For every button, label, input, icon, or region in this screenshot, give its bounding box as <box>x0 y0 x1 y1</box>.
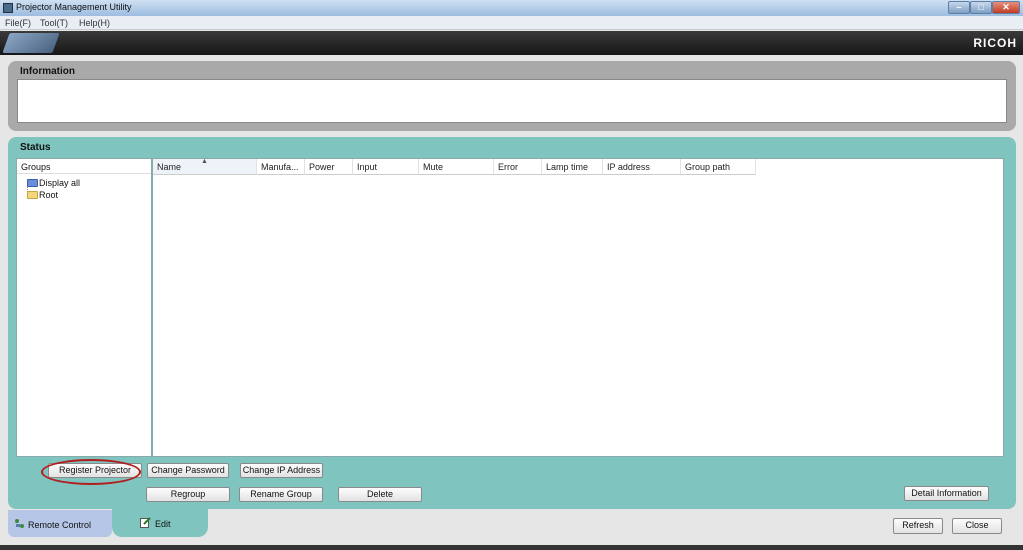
projector-graphic <box>2 33 60 53</box>
information-area <box>17 79 1007 123</box>
folder-icon <box>27 179 38 187</box>
column-label: Name <box>157 162 182 172</box>
edit-icon <box>140 517 151 528</box>
tab-label: Edit <box>155 519 171 529</box>
tree-item-display-all[interactable]: Display all <box>25 177 80 189</box>
column-ip-address[interactable]: IP address <box>603 159 681 175</box>
close-window-button[interactable]: ✕ <box>992 1 1020 14</box>
group-tree: Display all Root <box>25 177 80 201</box>
groups-tree-panel: Groups Display all Root <box>16 158 152 457</box>
column-power[interactable]: Power <box>305 159 353 175</box>
header-banner: RICOH <box>0 31 1023 55</box>
refresh-button[interactable]: Refresh <box>893 518 943 534</box>
change-ip-address-button[interactable]: Change IP Address <box>240 463 323 478</box>
rename-group-button[interactable]: Rename Group <box>239 487 323 502</box>
folder-icon <box>27 191 38 199</box>
projector-list[interactable]: Name ▲ Manufa... Power Input Mute Error … <box>152 158 1004 457</box>
column-lamp-time[interactable]: Lamp time <box>542 159 603 175</box>
column-name[interactable]: Name ▲ <box>153 158 257 175</box>
menu-tool[interactable]: Tool(T) <box>40 18 68 28</box>
window-title: Projector Management Utility <box>16 2 132 12</box>
groups-header: Groups <box>17 159 151 174</box>
column-group-path[interactable]: Group path <box>681 159 756 175</box>
tree-item-label: Root <box>39 190 59 200</box>
close-button[interactable]: Close <box>952 518 1002 534</box>
title-bar: Projector Management Utility – □ ✕ <box>0 0 1023 16</box>
menu-bar: File(F) Tool(T) Help(H) <box>0 16 1023 30</box>
status-panel: Status Groups Display all Root Name ▲ Ma… <box>8 137 1016 509</box>
tab-remote-control[interactable]: Remote Control <box>8 510 112 537</box>
information-panel: Information <box>8 61 1016 131</box>
highlight-ring <box>41 459 141 485</box>
remote-control-icon <box>15 519 24 528</box>
minimize-button[interactable]: – <box>948 1 970 14</box>
sort-ascending-icon: ▲ <box>201 158 208 165</box>
change-password-button[interactable]: Change Password <box>147 463 229 478</box>
information-header: Information <box>20 66 75 77</box>
tree-item-root[interactable]: Root <box>25 189 80 201</box>
status-header: Status <box>20 142 51 153</box>
column-error[interactable]: Error <box>494 159 542 175</box>
maximize-button[interactable]: □ <box>970 1 992 14</box>
tree-item-label: Display all <box>39 178 81 188</box>
tab-label: Remote Control <box>28 520 92 530</box>
column-mute[interactable]: Mute <box>419 159 494 175</box>
menu-file[interactable]: File(F) <box>5 18 31 28</box>
taskbar-edge <box>0 545 1023 550</box>
brand-logo: RICOH <box>973 36 1017 50</box>
tab-edit[interactable]: Edit <box>112 506 208 537</box>
column-input[interactable]: Input <box>353 159 419 175</box>
regroup-button[interactable]: Regroup <box>146 487 230 502</box>
detail-information-button[interactable]: Detail Information <box>904 486 989 501</box>
app-icon <box>3 3 13 13</box>
menu-help[interactable]: Help(H) <box>79 18 110 28</box>
column-manufacturer[interactable]: Manufa... <box>257 159 305 175</box>
delete-button[interactable]: Delete <box>338 487 422 502</box>
